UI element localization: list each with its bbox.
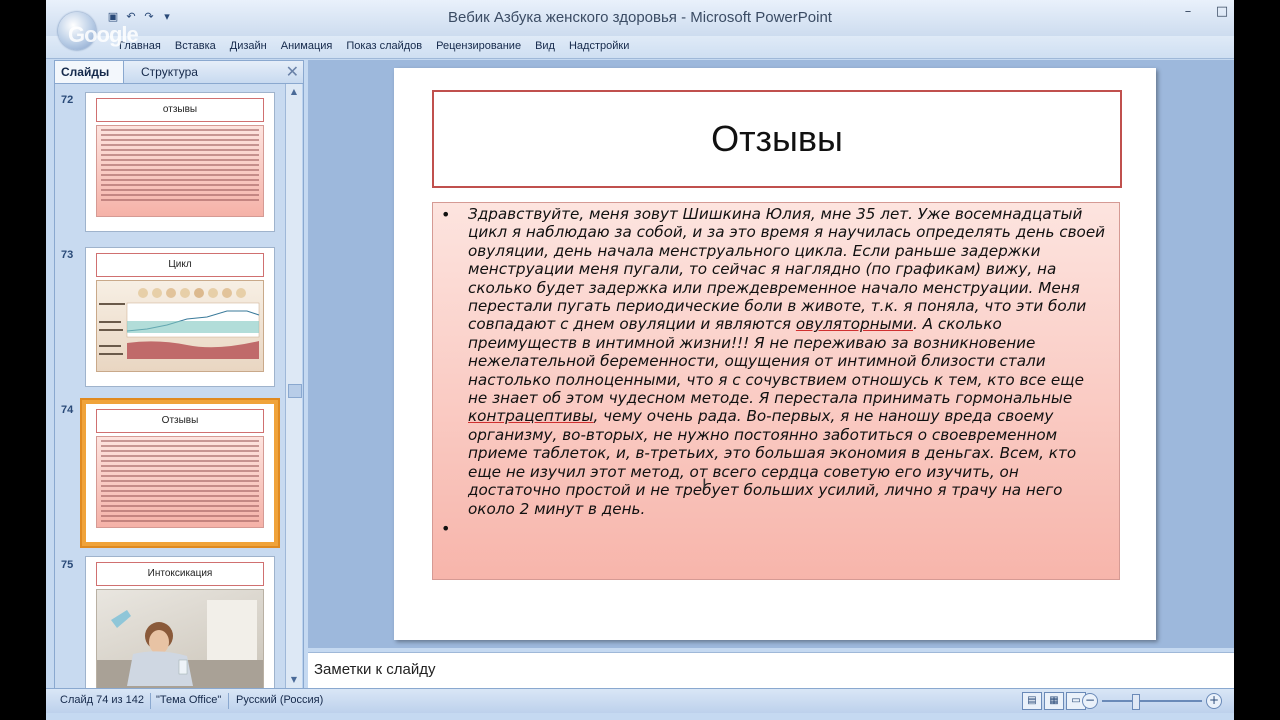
slide-counter: Слайд 74 из 142 xyxy=(60,694,144,706)
ribbon-tabs: Главная Вставка Дизайн Анимация Показ сл… xyxy=(112,40,636,52)
thumb-title: Отзывы xyxy=(96,409,264,433)
thumb-cycle-chart xyxy=(96,280,264,372)
thumb-number: 74 xyxy=(61,404,74,416)
thumb-number: 75 xyxy=(61,559,74,571)
slide-title-placeholder[interactable]: Отзывы xyxy=(432,90,1122,188)
slide-notes-pane[interactable]: Заметки к слайду xyxy=(308,652,1234,689)
close-icon[interactable]: ✕ xyxy=(286,63,299,81)
text-cursor-icon: I xyxy=(702,475,707,494)
zoom-out-icon[interactable]: − xyxy=(1082,693,1098,709)
view-buttons: ▤ ▦ ▭ xyxy=(1022,692,1086,710)
tab-outline[interactable]: Структура xyxy=(133,61,206,83)
slide-sorter-icon[interactable]: ▦ xyxy=(1044,692,1064,710)
slides-panel: Слайды Структура ✕ 72 отзывы 73 Цикл 74 … xyxy=(54,60,304,690)
status-divider xyxy=(228,693,229,709)
tab-slideshow[interactable]: Показ слайдов xyxy=(339,40,429,52)
slide-thumbnail-75[interactable]: Интоксикация xyxy=(85,556,275,688)
tab-insert[interactable]: Вставка xyxy=(168,40,223,52)
thumb-title: Интоксикация xyxy=(96,562,264,586)
scroll-up-icon[interactable]: ▲ xyxy=(288,86,300,98)
zoom-in-icon[interactable]: + xyxy=(1206,693,1222,709)
scroll-down-icon[interactable]: ▼ xyxy=(288,674,300,686)
window-controls: – □ xyxy=(1180,4,1230,19)
qat-dropdown-icon[interactable]: ▾ xyxy=(160,10,174,24)
slide-thumbnail-72[interactable]: отзывы xyxy=(85,92,275,232)
ribbon-tab-bar: Главная Вставка Дизайн Анимация Показ сл… xyxy=(46,36,1234,59)
slide-thumbnail-73[interactable]: Цикл xyxy=(85,247,275,387)
slide-body-text: Здравствуйте, меня зовут Шишкина Юлия, м… xyxy=(468,205,1106,518)
redo-icon[interactable]: ↷ xyxy=(142,10,156,24)
tab-review[interactable]: Рецензирование xyxy=(429,40,528,52)
title-bar: Вебик Азбука женского здоровья - Microso… xyxy=(46,0,1234,36)
powerpoint-window: Вебик Азбука женского здоровья - Microso… xyxy=(46,0,1234,720)
thumb-text-block xyxy=(96,125,264,217)
thumb-text-block xyxy=(96,436,264,528)
thumb-title: отзывы xyxy=(96,98,264,122)
theme-name[interactable]: "Тема Office" xyxy=(156,694,221,706)
language-indicator[interactable]: Русский (Россия) xyxy=(236,694,323,706)
slide-title: Отзывы xyxy=(711,118,843,159)
thumb-number: 72 xyxy=(61,94,74,106)
notes-placeholder: Заметки к слайду xyxy=(314,661,436,678)
slide-editing-area: Отзывы • Здравствуйте, меня зовут Шишкин… xyxy=(308,60,1234,648)
panel-tabs: Слайды Структура ✕ xyxy=(55,61,303,84)
bullet-marker: • xyxy=(441,205,451,224)
normal-view-icon[interactable]: ▤ xyxy=(1022,692,1042,710)
tab-addins[interactable]: Надстройки xyxy=(562,40,636,52)
tab-design[interactable]: Дизайн xyxy=(223,40,274,52)
maximize-icon[interactable]: □ xyxy=(1214,4,1230,19)
window-title: Вебик Азбука женского здоровья - Microso… xyxy=(448,9,832,26)
thumb-title: Цикл xyxy=(96,253,264,277)
minimize-icon[interactable]: – xyxy=(1180,4,1196,19)
current-slide[interactable]: Отзывы • Здравствуйте, меня зовут Шишкин… xyxy=(394,68,1156,640)
status-bar: Слайд 74 из 142 "Тема Office" Русский (Р… xyxy=(46,688,1234,713)
empty-bullet-marker: • xyxy=(441,519,451,538)
tab-slides[interactable]: Слайды xyxy=(55,61,125,83)
thumbnail-scrollbar[interactable]: ▲ ▼ xyxy=(285,84,302,688)
thumb-number: 73 xyxy=(61,249,74,261)
scrollbar-thumb[interactable] xyxy=(288,384,302,398)
thumbnail-list: 72 отзывы 73 Цикл 74 Отзывы 75 Интоксика… xyxy=(55,84,285,688)
slide-thumbnail-74[interactable]: Отзывы xyxy=(82,400,278,546)
slide-content-placeholder[interactable]: • Здравствуйте, меня зовут Шишкина Юлия,… xyxy=(432,202,1120,580)
status-divider xyxy=(150,693,151,709)
tab-view[interactable]: Вид xyxy=(528,40,562,52)
tab-animation[interactable]: Анимация xyxy=(274,40,340,52)
zoom-slider-handle[interactable] xyxy=(1132,694,1140,710)
thumb-photo xyxy=(96,589,264,688)
zoom-slider[interactable] xyxy=(1102,700,1202,702)
google-watermark: Google xyxy=(68,22,139,47)
